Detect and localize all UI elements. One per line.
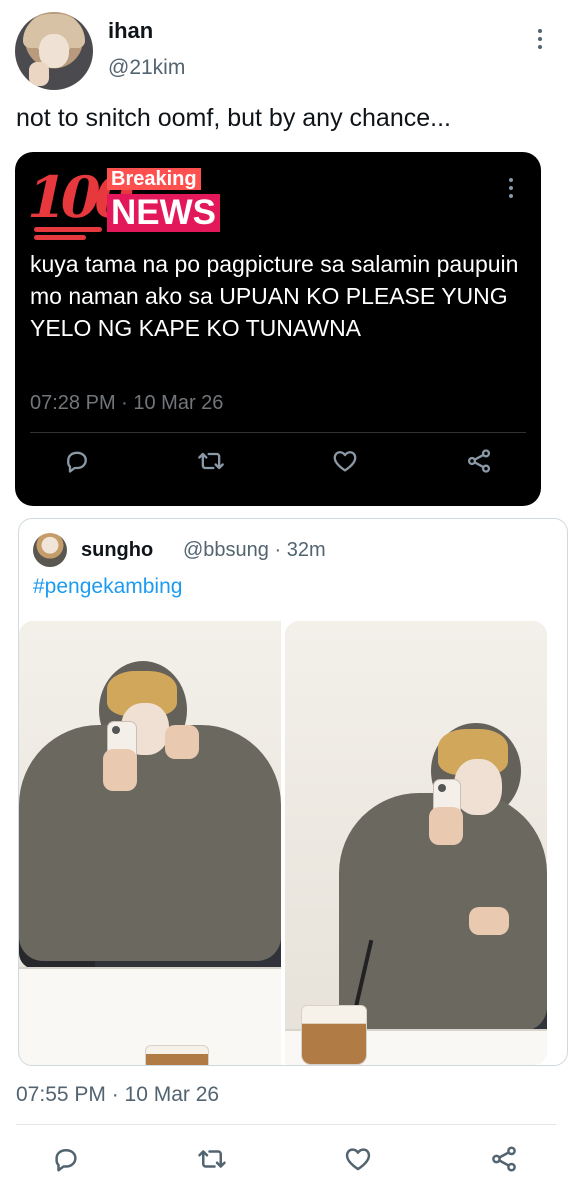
card-timestamp: 07:28 PM · 10 Mar 26	[30, 392, 224, 414]
author-display-name[interactable]: ihan	[108, 18, 153, 44]
tweet-text: not to snitch oomf, but by any chance...	[16, 104, 451, 132]
hashtag-link[interactable]: #pengekambing	[33, 575, 182, 599]
news-label: NEWS	[107, 194, 220, 232]
mirror-selfie-photo-left[interactable]	[19, 621, 281, 1065]
avatar-hand	[29, 62, 49, 86]
action-divider	[16, 1124, 556, 1125]
quoted-handle-time: @bbsung · 32m	[183, 539, 326, 561]
card-retweet-icon[interactable]	[195, 445, 227, 477]
reply-icon[interactable]	[50, 1143, 82, 1175]
author-avatar[interactable]	[15, 12, 93, 90]
card-body-text: kuya tama na po pagpicture sa salamin pa…	[30, 251, 519, 341]
quoted-display-name[interactable]: sungho	[81, 539, 153, 562]
card-more-icon[interactable]	[501, 176, 521, 202]
card-action-bar	[15, 445, 541, 481]
tweet-timestamp[interactable]: 07:55 PM · 10 Mar 26	[16, 1083, 219, 1107]
card-divider	[30, 432, 526, 433]
share-icon[interactable]	[488, 1143, 520, 1175]
tweet-action-bar	[0, 1143, 572, 1179]
quoted-tweet[interactable]: sungho @bbsung · 32m #pengekambing	[18, 518, 568, 1066]
hundred-points-icon: 100	[20, 164, 135, 240]
card-share-icon[interactable]	[463, 445, 495, 477]
tweet-header: ihan @21kim	[0, 0, 572, 100]
card-reply-icon[interactable]	[61, 445, 93, 477]
mirror-selfie-photo-right[interactable]	[285, 621, 547, 1065]
breaking-label: Breaking	[107, 168, 201, 190]
retweet-icon[interactable]	[196, 1143, 228, 1175]
card-like-icon[interactable]	[329, 445, 361, 477]
embedded-screenshot-card: 100 Breaking NEWS kuya tama na po pagpic…	[15, 152, 541, 506]
author-handle[interactable]: @21kim	[108, 56, 185, 80]
like-icon[interactable]	[342, 1143, 374, 1175]
more-options-icon[interactable]	[530, 24, 550, 54]
quoted-author-avatar[interactable]	[33, 533, 67, 567]
